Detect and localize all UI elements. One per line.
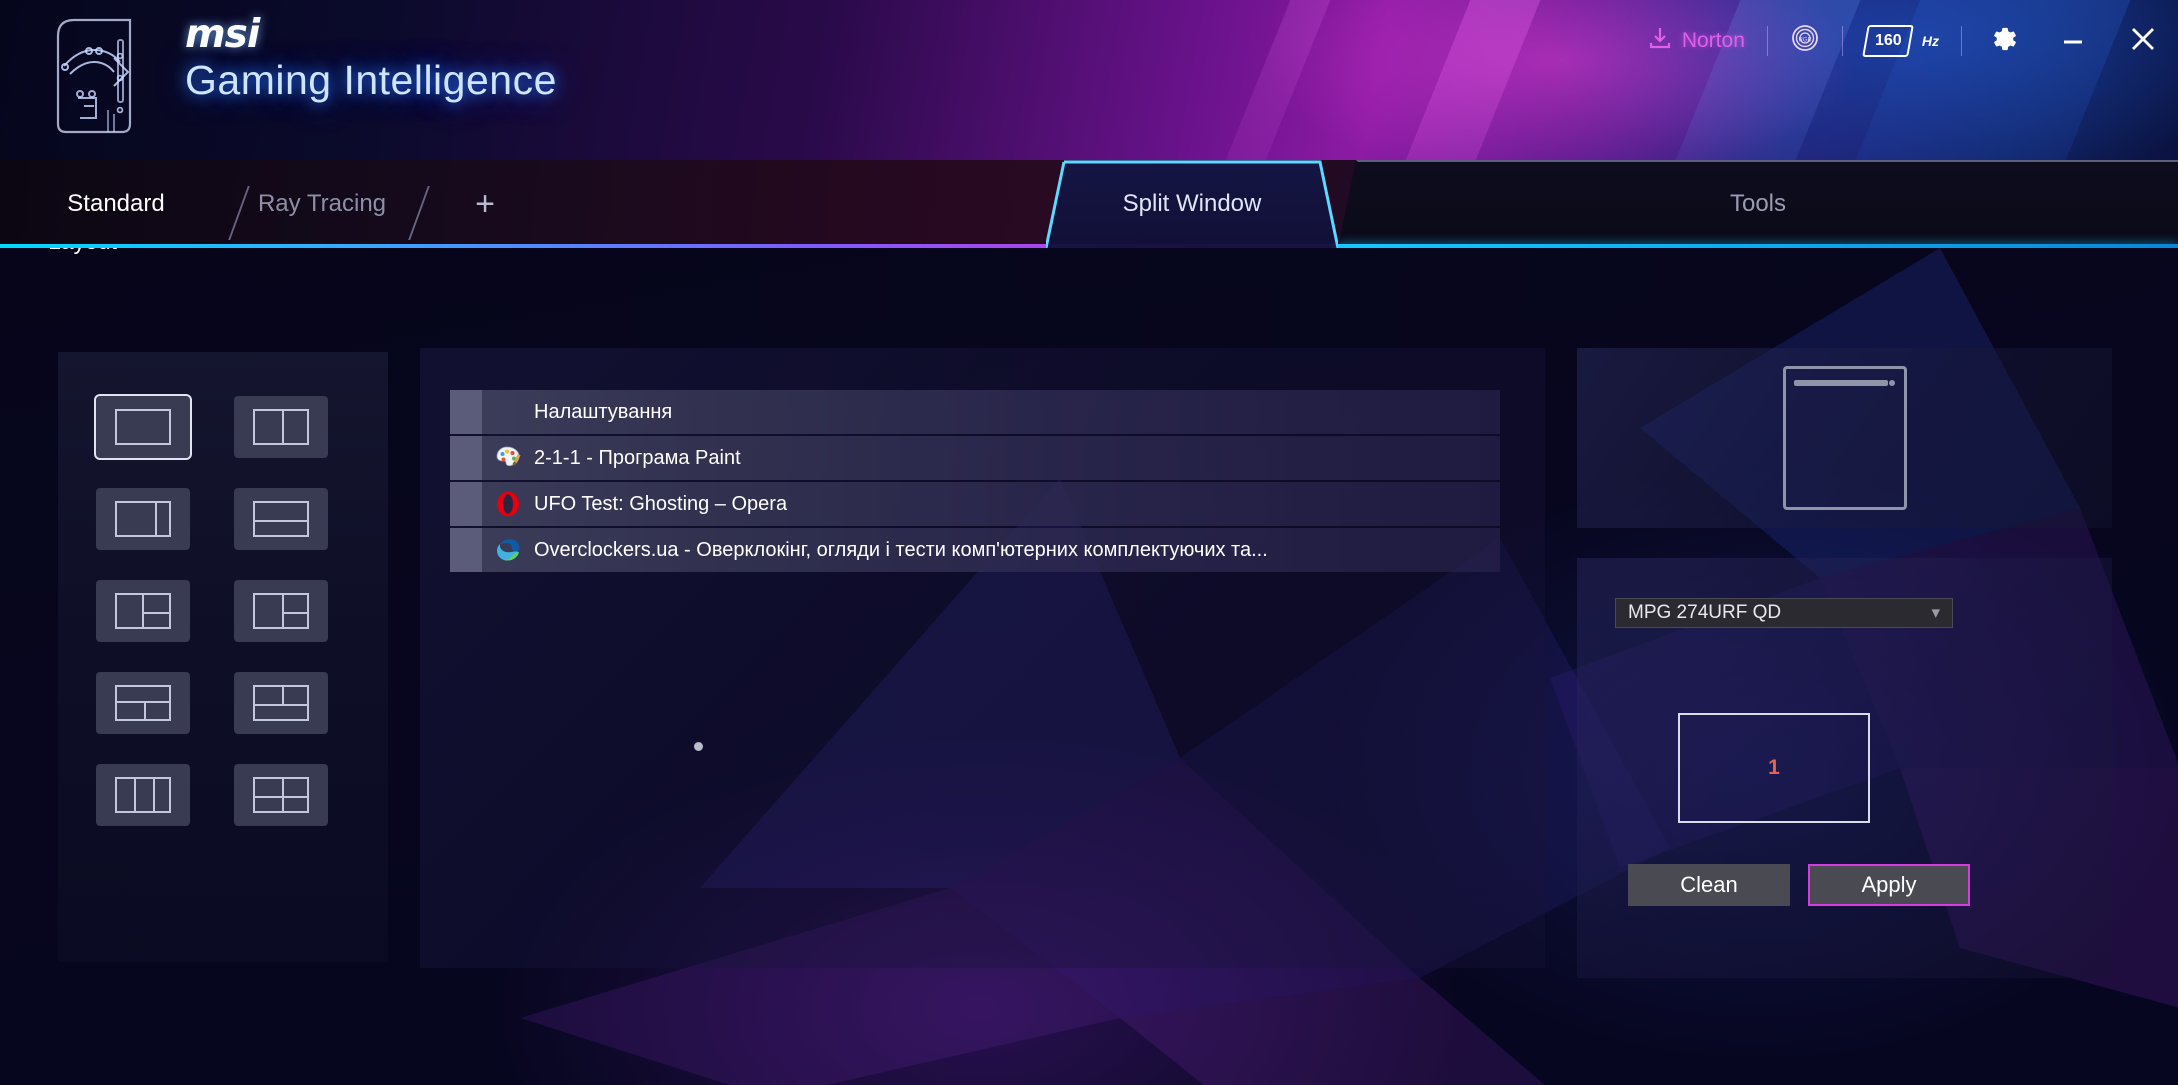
window-title: UFO Test: Ghosting – Opera xyxy=(534,492,788,515)
settings-button[interactable] xyxy=(1968,0,2038,82)
drag-handle[interactable] xyxy=(450,436,482,480)
edge-icon xyxy=(482,536,534,564)
tab-tools-topline xyxy=(1356,160,2178,162)
window-frame-icon xyxy=(1782,366,1907,510)
download-icon xyxy=(1647,25,1673,57)
layout-option-left-plus-two-right[interactable] xyxy=(96,580,190,642)
layout-icon-quad-grid xyxy=(253,777,309,813)
minimize-icon xyxy=(2058,24,2088,59)
refresh-rate-unit: Hz xyxy=(1921,33,1939,49)
refresh-rate-value: 160 xyxy=(1874,32,1902,49)
opera-icon xyxy=(482,490,534,518)
layout-icon-top-split xyxy=(253,685,309,721)
window-list-title: Window xyxy=(418,248,500,253)
main-content: Window ▾ Layout xyxy=(0,248,2178,1085)
drag-handle[interactable] xyxy=(450,528,482,572)
rgb-button[interactable]: RGB xyxy=(1774,0,1836,82)
tab-tools[interactable]: Tools xyxy=(1338,160,2178,248)
layout-option-quad-uneven[interactable] xyxy=(234,580,328,642)
tab-standard-label: Standard xyxy=(67,190,165,217)
add-profile-label: + xyxy=(475,184,495,223)
rgb-icon: RGB xyxy=(1790,23,1820,59)
window-preview-title: Window Preview xyxy=(1577,248,1747,253)
layout-option-two-row[interactable] xyxy=(234,488,328,550)
header-divider xyxy=(1841,26,1843,56)
window-frame-titlebar xyxy=(1793,380,1888,386)
paint-icon xyxy=(482,444,534,472)
layout-option-left-wide[interactable] xyxy=(96,488,190,550)
msi-gi-logo-icon xyxy=(36,10,166,140)
drag-handle[interactable] xyxy=(450,390,482,434)
window-title: Overclockers.ua - Оверклокінг, огляди і … xyxy=(534,538,1268,561)
window-title: Налаштування xyxy=(534,400,673,423)
monitor-select[interactable]: MPG 274URF QD ▾ xyxy=(1615,598,1953,628)
layout-icon-top-plus-two-bottom xyxy=(115,685,171,721)
window-list-item[interactable]: 2-1-1 - Програма Paint xyxy=(450,436,1500,480)
tab-ray-tracing-label: Ray Tracing xyxy=(257,190,387,217)
pagination-dot[interactable] xyxy=(694,742,703,751)
window-preview-panel xyxy=(1577,348,2112,528)
header-controls: Norton RGB 160 Hz xyxy=(1631,0,2178,82)
layout-icon-two-row xyxy=(253,501,309,537)
gear-icon xyxy=(1986,22,2020,61)
clean-button-label: Clean xyxy=(1680,872,1738,897)
apply-button[interactable]: Apply xyxy=(1808,864,1970,906)
layout-option-two-column[interactable] xyxy=(234,396,328,458)
window-list-item[interactable]: Налаштування xyxy=(450,390,1500,434)
clean-button[interactable]: Clean xyxy=(1628,864,1790,906)
layout-icon-three-column xyxy=(115,777,171,813)
window-title: 2-1-1 - Програма Paint xyxy=(534,446,741,469)
tab-ray-tracing[interactable]: Ray Tracing xyxy=(232,160,412,248)
layout-icon-two-column xyxy=(253,409,309,445)
monitor-select-value: MPG 274URF QD xyxy=(1628,602,1782,623)
layout-icon-left-wide xyxy=(115,501,171,537)
brand-product-text: Gaming Intelligence xyxy=(185,57,557,103)
monitor-display-box[interactable]: 1 xyxy=(1678,713,1870,823)
chevron-down-icon: ▾ xyxy=(1931,603,1940,622)
brand-wordmark: msi Gaming Intelligence xyxy=(185,14,705,104)
app-header: msi Gaming Intelligence Norton RGB 160 H… xyxy=(0,0,2178,160)
window-frame-button xyxy=(1888,380,1895,386)
monitor-panel: MPG 274URF QD ▾ 1 Clean Apply xyxy=(1577,558,2112,978)
add-profile-button[interactable]: + xyxy=(430,160,540,248)
svg-text:RGB: RGB xyxy=(1798,38,1811,44)
norton-button[interactable]: Norton xyxy=(1631,0,1761,82)
window-list-panel: Налаштування 2-1-1 - Програма Paint UFO … xyxy=(420,348,1545,968)
brand-msi-text: msi xyxy=(185,12,260,57)
minimize-button[interactable] xyxy=(2038,0,2108,82)
tab-split-window[interactable]: Split Window xyxy=(1046,160,1338,248)
header-divider xyxy=(1961,26,1962,56)
header-decoration-streak xyxy=(1365,0,1565,160)
refresh-rate-button[interactable]: 160 Hz xyxy=(1849,0,1955,82)
tab-tools-label: Tools xyxy=(1729,190,1787,217)
tab-split-window-label: Split Window xyxy=(1122,190,1262,217)
close-icon xyxy=(2126,22,2160,61)
norton-label: Norton xyxy=(1681,29,1745,52)
layout-icon-full xyxy=(115,409,171,445)
drag-handle[interactable] xyxy=(450,482,482,526)
msi-gaming-intelligence-window: msi Gaming Intelligence Norton RGB 160 H… xyxy=(0,0,2178,1085)
window-list-item[interactable]: UFO Test: Ghosting – Opera xyxy=(450,482,1500,526)
layout-title: Layout xyxy=(48,248,117,255)
apply-button-label: Apply xyxy=(1861,872,1917,897)
close-button[interactable] xyxy=(2108,0,2178,82)
window-list-item[interactable]: Overclockers.ua - Оверклокінг, огляди і … xyxy=(450,528,1500,572)
tab-standard[interactable]: Standard xyxy=(0,160,232,248)
header-decoration-streak xyxy=(1185,0,1355,160)
layout-icon-quad-uneven xyxy=(253,593,309,629)
layout-option-top-split[interactable] xyxy=(234,672,328,734)
layout-option-single-window[interactable] xyxy=(94,394,192,460)
layout-options-grid xyxy=(94,394,328,826)
tab-bar: Standard Ray Tracing + Split Window Tool… xyxy=(0,160,2178,249)
header-divider xyxy=(1766,26,1768,56)
layout-option-top-plus-two-bottom[interactable] xyxy=(96,672,190,734)
layout-option-quad-grid[interactable] xyxy=(234,764,328,826)
refresh-rate-icon: 160 xyxy=(1862,25,1914,57)
monitor-display-number: 1 xyxy=(1768,756,1780,779)
layout-icon-left-plus-two-right xyxy=(115,593,171,629)
layout-option-three-column[interactable] xyxy=(96,764,190,826)
